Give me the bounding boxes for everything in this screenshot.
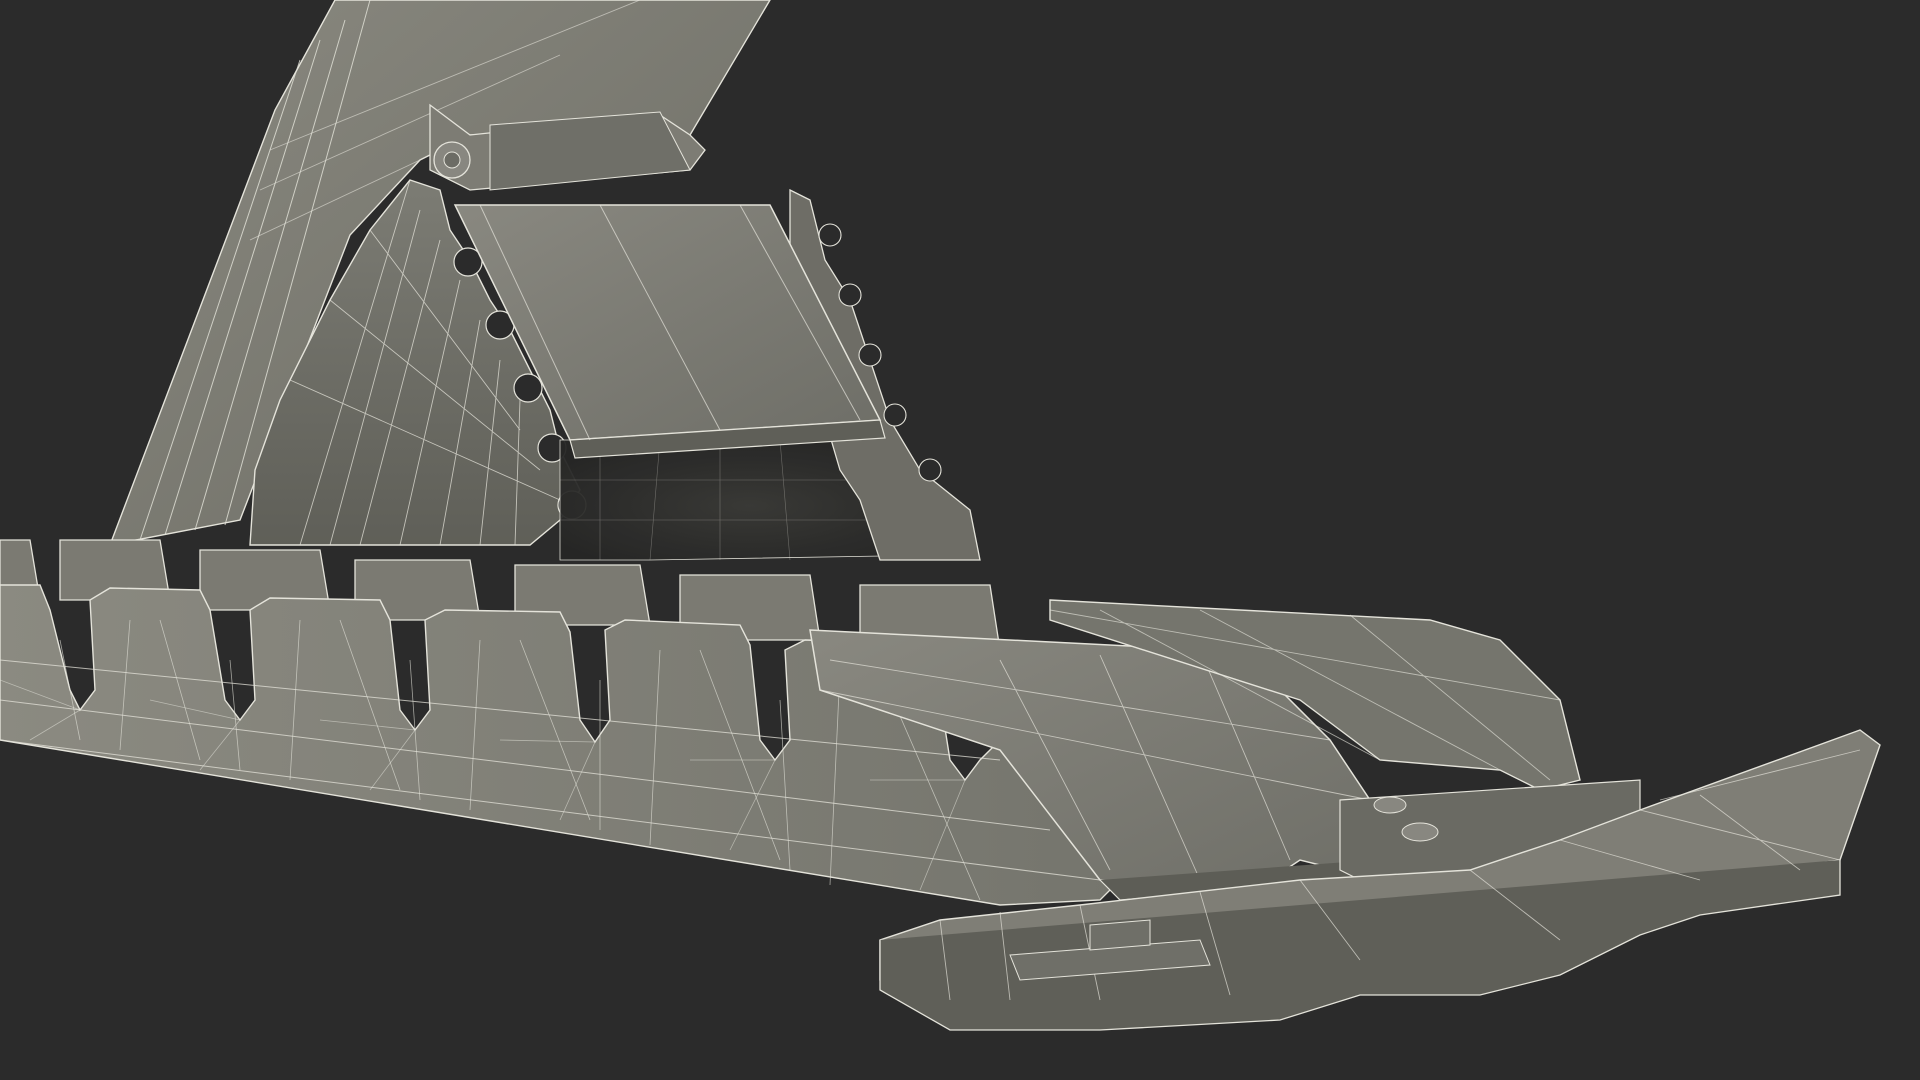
- wireframe-render: [0, 0, 1881, 1031]
